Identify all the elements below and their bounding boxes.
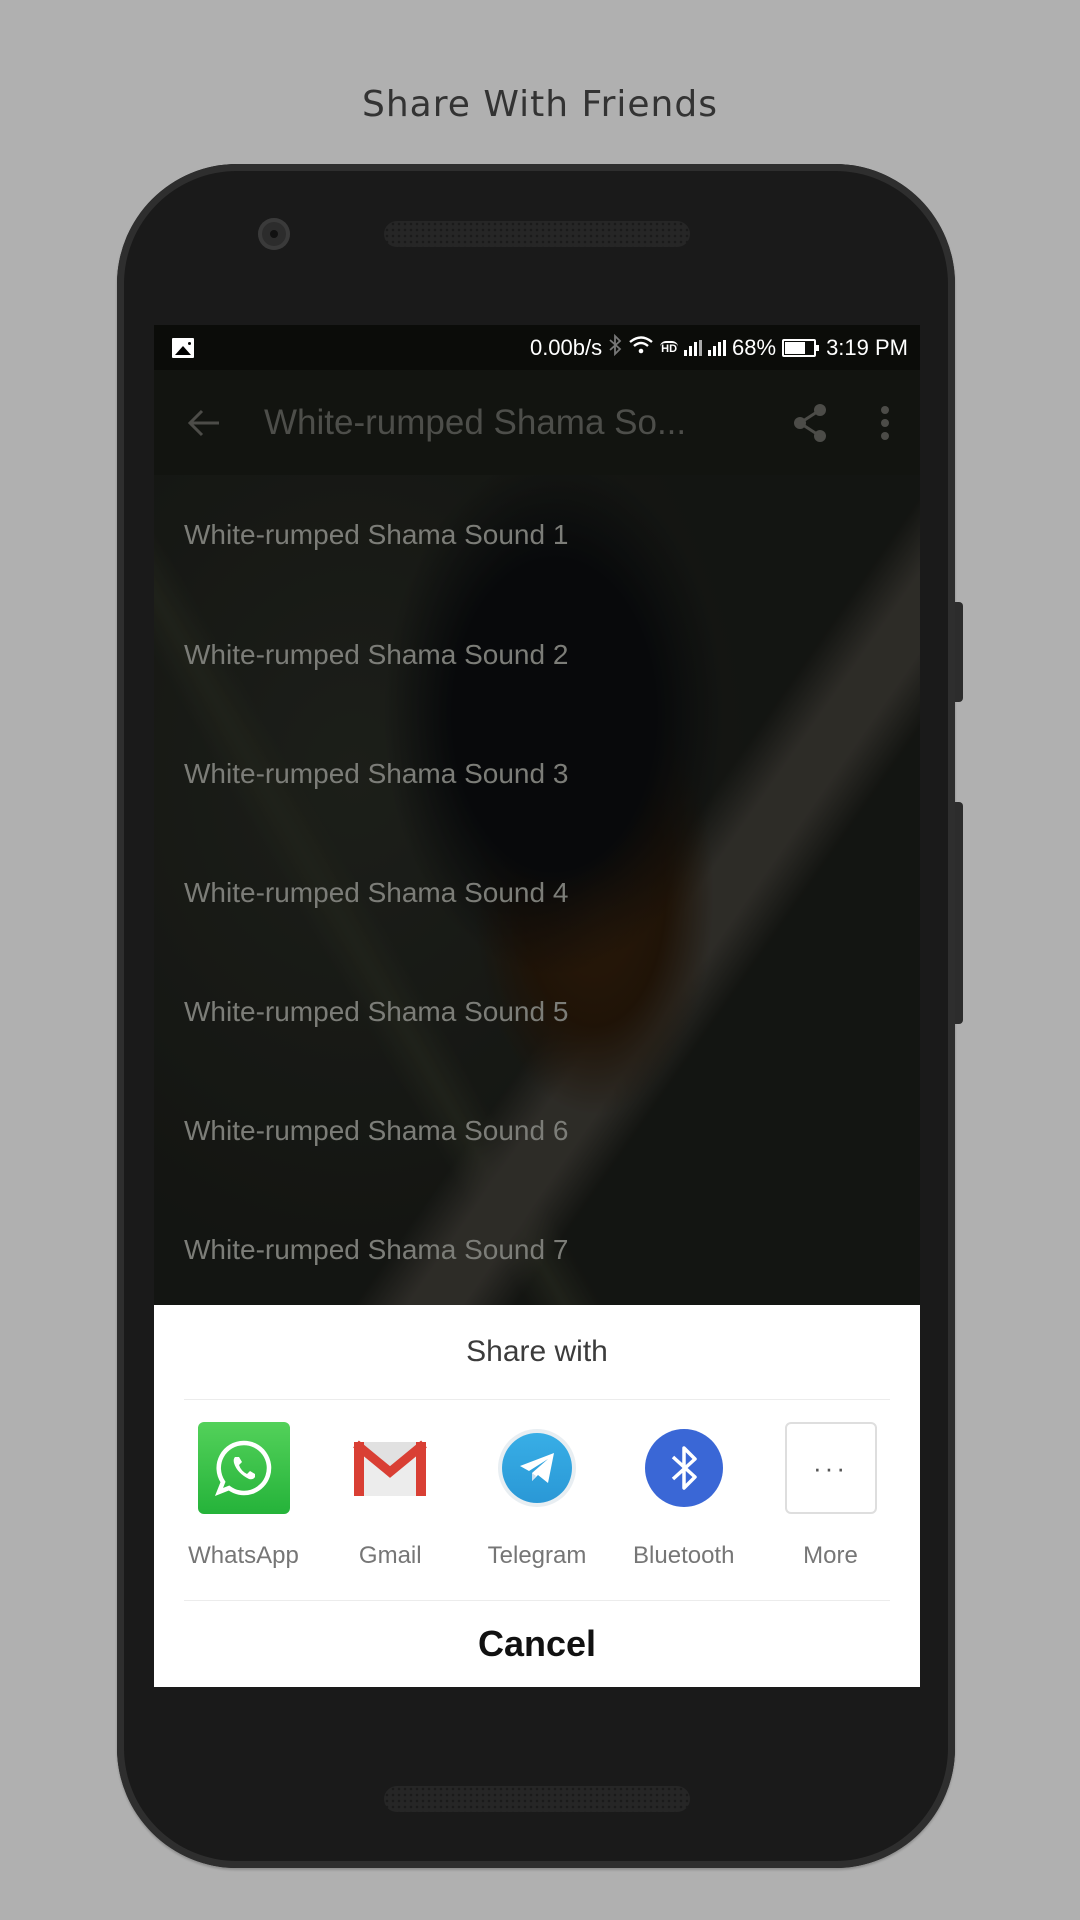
signal-icon [708,339,727,356]
bottom-speaker [384,1786,690,1812]
arrow-left-icon [187,409,219,436]
front-camera [258,218,290,250]
promo-title: Share With Friends [362,84,718,125]
sound-list: White-rumped Shama Sound 1 White-rumped S… [154,475,920,1305]
network-speed: 0.00b/s [529,334,603,360]
signal-icon [684,339,703,356]
share-app-label: Bluetooth [633,1542,735,1569]
sound-list-item[interactable]: White-rumped Shama Sound 5 [154,952,920,1071]
image-icon [172,337,194,358]
gmail-icon [344,1422,436,1514]
share-app-label: Gmail [358,1542,422,1569]
share-gmail[interactable]: Gmail [319,1400,462,1600]
status-bar: 0.00b/s HD 68% 3:19 PM [154,325,920,370]
more-horiz-icon: ··· [784,1422,877,1514]
battery-icon [782,338,820,357]
hd-call-icon: HD [660,340,679,355]
earpiece-speaker [384,221,690,247]
bird-background: White-rumped Shama Sound 1 White-rumped S… [154,475,920,1305]
clock: 3:19 PM [826,334,908,360]
overflow-menu-button[interactable] [850,370,920,475]
app-bar: White-rumped Shama So... [154,370,920,475]
share-telegram[interactable]: Telegram [466,1400,609,1600]
volume-button [955,802,963,1024]
app-title: White-rumped Shama So... [264,402,687,442]
share-app-label: WhatsApp [188,1542,299,1569]
power-button [955,602,963,702]
sound-list-item[interactable]: White-rumped Shama Sound 6 [154,1071,920,1190]
wifi-icon [628,335,654,361]
share-bluetooth[interactable]: Bluetooth [612,1400,755,1600]
sound-list-item[interactable]: White-rumped Shama Sound 7 [154,1190,920,1305]
sound-list-item[interactable]: White-rumped Shama Sound 2 [154,595,920,714]
share-app-label: Telegram [487,1542,587,1569]
back-button[interactable] [154,370,254,475]
phone-screen: 0.00b/s HD 68% 3:19 PM White-rumped Sham… [154,325,920,1687]
sound-list-item[interactable]: White-rumped Shama Sound 4 [154,833,920,952]
share-icon [794,403,826,442]
cancel-button[interactable]: Cancel [154,1601,920,1687]
share-app-row: WhatsApp Gmail Telegram Bluetooth ··· Mo… [154,1400,920,1600]
more-vert-icon [881,405,889,440]
share-more[interactable]: ··· More [759,1400,902,1600]
battery-percent: 68% [732,334,777,360]
share-sheet-title: Share with [466,1335,608,1368]
sound-list-item[interactable]: White-rumped Shama Sound 1 [154,475,920,595]
share-app-label: More [803,1542,858,1569]
share-button[interactable] [770,370,850,475]
whatsapp-icon [197,1422,290,1514]
bluetooth-icon [608,333,622,362]
sound-list-item[interactable]: White-rumped Shama Sound 3 [154,714,920,833]
telegram-icon [502,1433,572,1503]
share-whatsapp[interactable]: WhatsApp [172,1400,315,1600]
bluetooth-icon [644,1429,723,1507]
share-sheet: Share with WhatsApp Gmail Telegram Bluet… [154,1305,920,1687]
